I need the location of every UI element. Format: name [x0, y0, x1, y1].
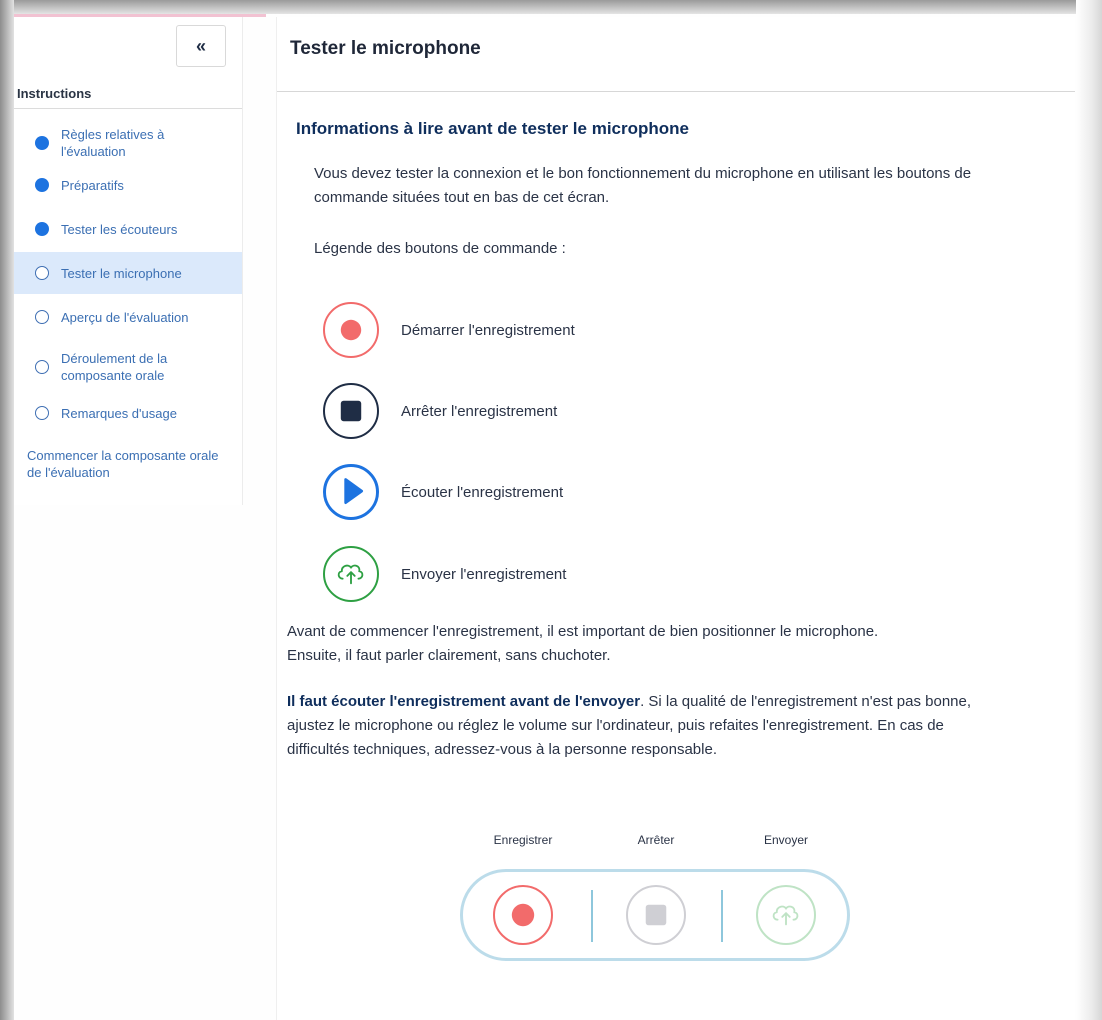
sidebar-item-deroulement[interactable]: Déroulement de la composante orale — [14, 345, 242, 389]
pending-circle-icon — [35, 360, 49, 374]
legend-row-record: Démarrer l'enregistrement — [323, 302, 575, 358]
window-shadow-right — [1076, 0, 1102, 1020]
sidebar-item-label: Remarques d'usage — [61, 405, 177, 421]
separator — [721, 890, 723, 942]
sidebar-item-remarques[interactable]: Remarques d'usage — [14, 401, 242, 425]
sidebar-item-label: Règles relatives à l'évaluation — [61, 127, 165, 159]
sidebar-item-label: Déroulement de la composante orale — [61, 351, 168, 383]
legend-row-send: Envoyer l'enregistrement — [323, 546, 566, 602]
legend-row-stop: Arrêter l'enregistrement — [323, 383, 557, 439]
sidebar-section-label: Instructions — [14, 81, 242, 109]
page-title: Tester le microphone — [277, 17, 1075, 92]
stop-icon — [645, 904, 667, 926]
pending-circle-icon — [35, 406, 49, 420]
legend-label: Arrêter l'enregistrement — [401, 402, 558, 420]
sidebar-item-apercu[interactable]: Aperçu de l'évaluation — [14, 305, 242, 329]
legend-heading: Légende des boutons de commande : — [314, 240, 566, 257]
cloud-upload-icon — [772, 905, 799, 926]
pending-circle-icon — [35, 310, 49, 324]
send-button[interactable] — [756, 885, 816, 945]
pending-circle-icon — [35, 266, 49, 280]
window-shadow-top — [0, 0, 1102, 14]
recording-controls — [460, 869, 850, 961]
main-panel: Tester le microphone Informations à lire… — [276, 17, 1075, 1020]
window-shadow-left — [0, 0, 14, 1020]
sidebar: « Instructions Règles relatives à l'éval… — [14, 17, 243, 505]
sidebar-item-tester-microphone[interactable]: Tester le microphone — [14, 252, 242, 294]
stop-button[interactable] — [626, 885, 686, 945]
listen-bold-text: Il faut écouter l'enregistrement avant d… — [287, 693, 641, 710]
sidebar-item-tester-ecouteurs[interactable]: Tester les écouteurs — [14, 217, 242, 241]
sidebar-item-label: Tester les écouteurs — [61, 221, 178, 237]
completed-dot-icon — [35, 222, 49, 236]
stop-icon — [323, 383, 379, 439]
record-icon — [511, 903, 535, 927]
cloud-upload-icon — [323, 546, 379, 602]
legend-label: Démarrer l'enregistrement — [401, 321, 575, 339]
start-oral-component-link[interactable]: Commencer la composante orale de l'évalu… — [27, 447, 227, 481]
record-control-label: Enregistrer — [493, 833, 553, 847]
sidebar-item-label: Aperçu de l'évaluation — [61, 309, 189, 325]
legend-row-play: Écouter l'enregistrement — [323, 464, 563, 520]
legend-label: Écouter l'enregistrement — [401, 483, 564, 501]
record-button[interactable] — [493, 885, 553, 945]
completed-dot-icon — [35, 178, 49, 192]
intro-text: Vous devez tester la connexion et le bon… — [314, 165, 972, 206]
listen-instructions: Il faut écouter l'enregistrement avant d… — [287, 690, 1007, 762]
section-title: Informations à lire avant de tester le m… — [296, 119, 689, 138]
play-icon — [323, 464, 379, 520]
collapse-sidebar-button[interactable]: « — [176, 25, 226, 67]
separator — [591, 890, 593, 942]
sidebar-item-regles[interactable]: Règles relatives à l'évaluation — [14, 121, 242, 165]
sidebar-item-label: Tester le microphone — [61, 265, 182, 281]
record-icon — [323, 302, 379, 358]
legend-label: Envoyer l'enregistrement — [401, 565, 567, 583]
send-control-label: Envoyer — [763, 833, 809, 847]
positioning-text: Avant de commencer l'enregistrement, il … — [287, 623, 879, 664]
completed-dot-icon — [35, 136, 49, 150]
sidebar-item-label: Préparatifs — [61, 177, 124, 193]
sidebar-item-preparatifs[interactable]: Préparatifs — [14, 173, 242, 197]
stop-control-label: Arrêter — [637, 833, 675, 847]
